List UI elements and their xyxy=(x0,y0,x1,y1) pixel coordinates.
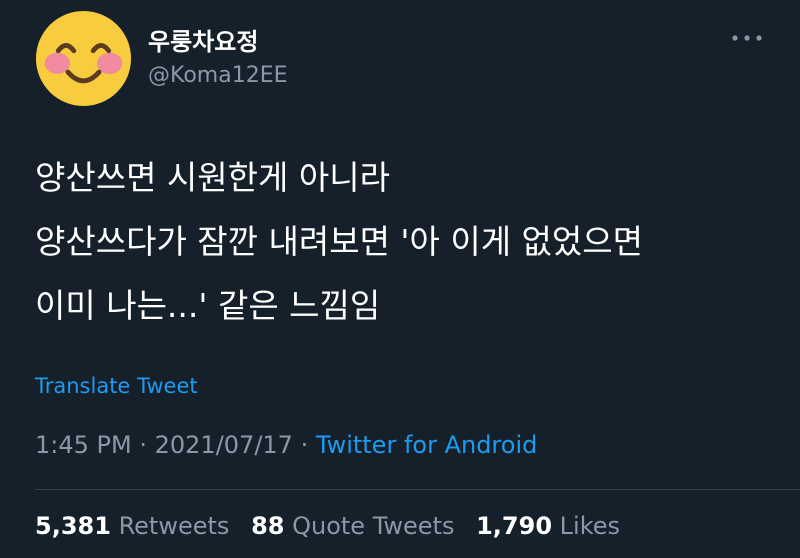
divider xyxy=(35,489,800,490)
smiling-face-emoji-icon xyxy=(35,10,132,107)
retweets-label: Retweets xyxy=(118,512,230,540)
likes-label: Likes xyxy=(559,512,621,540)
translate-tweet-link[interactable]: Translate Tweet xyxy=(35,374,198,398)
tweet-card: 우룽차요정 @Koma12EE 양산쓰면 시원한게 아니라 양산쓰다가 잠깐 내… xyxy=(0,0,800,558)
tweet-metadata: 1:45 PM · 2021/07/17 · Twitter for Andro… xyxy=(35,431,537,459)
likes-count: 1,790 xyxy=(476,512,553,540)
tweet-text: 양산쓰면 시원한게 아니라 양산쓰다가 잠깐 내려보면 '아 이게 없었으면 이… xyxy=(35,146,775,338)
tweet-text-line: 양산쓰면 시원한게 아니라 xyxy=(35,158,390,197)
quote-tweets-stat[interactable]: 88 Quote Tweets xyxy=(251,512,454,540)
tweet-source-link[interactable]: Twitter for Android xyxy=(316,431,537,459)
engagement-stats: 5,381 Retweets 88 Quote Tweets 1,790 Lik… xyxy=(35,512,620,540)
user-handle[interactable]: @Koma12EE xyxy=(148,63,288,88)
display-name[interactable]: 우룽차요정 xyxy=(148,22,258,57)
tweet-text-line: 양산쓰다가 잠깐 내려보면 '아 이게 없었으면 xyxy=(35,222,644,261)
likes-stat[interactable]: 1,790 Likes xyxy=(476,512,620,540)
quote-tweets-label: Quote Tweets xyxy=(292,512,455,540)
avatar[interactable] xyxy=(35,10,132,107)
retweets-count: 5,381 xyxy=(35,512,111,540)
more-options-icon[interactable] xyxy=(727,24,767,52)
retweets-stat[interactable]: 5,381 Retweets xyxy=(35,512,229,540)
meta-separator: · xyxy=(300,431,309,459)
tweet-time[interactable]: 1:45 PM xyxy=(35,431,132,459)
tweet-date[interactable]: 2021/07/17 xyxy=(155,431,293,459)
quote-tweets-count: 88 xyxy=(251,512,285,540)
meta-separator: · xyxy=(139,431,147,459)
tweet-text-line: 이미 나는...' 같은 느낌임 xyxy=(35,286,381,325)
